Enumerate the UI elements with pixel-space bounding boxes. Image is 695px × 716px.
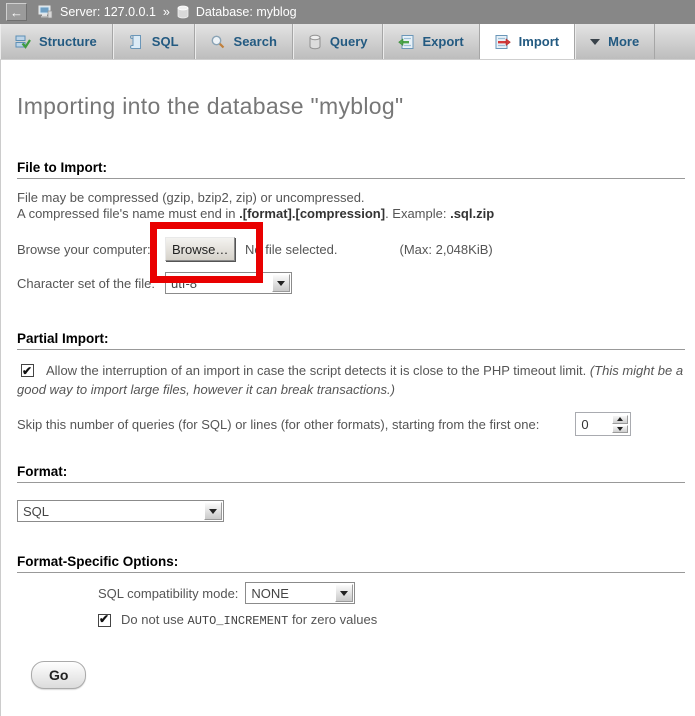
- search-icon: [210, 34, 226, 50]
- compression-note: File may be compressed (gzip, bzip2, zip…: [17, 190, 685, 222]
- auto-increment-row: Do not use AUTO_INCREMENT for zero value…: [98, 612, 685, 628]
- sql-compat-label: SQL compatibility mode:: [98, 586, 238, 601]
- section-file-to-import: File to Import:: [17, 160, 685, 179]
- back-button[interactable]: ←: [6, 3, 27, 21]
- spinner-buttons: [612, 415, 628, 433]
- charset-select[interactable]: utf-8: [165, 272, 292, 294]
- tab-label: Query: [330, 34, 368, 49]
- spinner-down-icon[interactable]: [612, 425, 628, 434]
- tab-sql[interactable]: SQL: [113, 24, 195, 59]
- tab-structure[interactable]: Structure: [0, 24, 113, 59]
- format-options-block: SQL compatibility mode: NONE Do not use …: [98, 582, 685, 628]
- browse-label: Browse your computer:: [17, 242, 165, 257]
- main-content: Importing into the database "myblog" Fil…: [0, 60, 695, 716]
- tab-label: SQL: [152, 34, 179, 49]
- format-pattern: .[format].[compression]: [239, 206, 385, 221]
- skip-queries-input[interactable]: [578, 415, 612, 433]
- dropdown-arrow-icon[interactable]: [335, 584, 353, 602]
- spinner-up-icon[interactable]: [612, 415, 628, 424]
- browse-row: Browse your computer: Browse… No file se…: [17, 236, 685, 262]
- import-icon: [495, 34, 511, 50]
- auto-increment-text-suffix: for zero values: [288, 612, 377, 627]
- compression-note-line2: A compressed file's name must end in: [17, 206, 239, 221]
- top-navbar: ← Server: 127.0.0.1 » Database: myblog: [0, 0, 695, 24]
- tab-label: Search: [234, 34, 277, 49]
- breadcrumb-separator: »: [163, 5, 170, 19]
- sql-compat-selected-value: NONE: [251, 586, 289, 601]
- allow-interruption-checkbox[interactable]: [21, 364, 34, 377]
- compression-note-line1: File may be compressed (gzip, bzip2, zip…: [17, 190, 365, 205]
- tab-label: Structure: [39, 34, 97, 49]
- charset-row: Character set of the file: utf-8: [17, 271, 685, 295]
- skip-queries-row: Skip this number of queries (for SQL) or…: [17, 412, 685, 436]
- auto-increment-text: Do not use AUTO_INCREMENT for zero value…: [121, 612, 377, 628]
- allow-interruption-text: Allow the interruption of an import in c…: [46, 363, 590, 378]
- structure-icon: [15, 34, 31, 50]
- auto-increment-code: AUTO_INCREMENT: [188, 614, 289, 628]
- compression-note-example: . Example:: [385, 206, 450, 221]
- page-title: Importing into the database "myblog": [17, 60, 685, 120]
- sql-compat-row: SQL compatibility mode: NONE: [98, 582, 685, 604]
- tab-more[interactable]: More: [575, 24, 655, 59]
- section-partial-import: Partial Import:: [17, 331, 685, 350]
- database-icon: [177, 5, 189, 19]
- export-icon: [398, 34, 414, 50]
- allow-interruption-row: Allow the interruption of an import in c…: [17, 361, 685, 399]
- skip-queries-stepper[interactable]: [575, 412, 631, 436]
- go-button[interactable]: Go: [31, 661, 86, 689]
- breadcrumb-database[interactable]: Database: myblog: [196, 5, 297, 19]
- example-extension: .sql.zip: [450, 206, 494, 221]
- charset-selected-value: utf-8: [171, 276, 197, 291]
- format-selected-value: SQL: [23, 504, 49, 519]
- tab-export[interactable]: Export: [383, 24, 479, 59]
- dropdown-arrow-icon[interactable]: [272, 274, 290, 292]
- format-select[interactable]: SQL: [17, 500, 224, 522]
- tab-search[interactable]: Search: [195, 24, 293, 59]
- sql-icon: [128, 34, 144, 50]
- browse-button[interactable]: Browse…: [165, 237, 235, 261]
- server-icon: [38, 5, 53, 19]
- go-row: Go: [17, 661, 685, 689]
- charset-label: Character set of the file:: [17, 276, 165, 291]
- no-file-text: No file selected.: [245, 242, 338, 257]
- dropdown-arrow-icon[interactable]: [204, 502, 222, 520]
- tab-label: More: [608, 34, 639, 49]
- breadcrumb-server[interactable]: Server: 127.0.0.1: [60, 5, 156, 19]
- section-format-options: Format-Specific Options:: [17, 554, 685, 573]
- auto-increment-text-prefix: Do not use: [121, 612, 188, 627]
- auto-increment-checkbox[interactable]: [98, 614, 111, 627]
- sql-compat-select[interactable]: NONE: [245, 582, 355, 604]
- section-format: Format:: [17, 464, 685, 483]
- max-size-note: (Max: 2,048KiB): [400, 242, 493, 257]
- skip-queries-label: Skip this number of queries (for SQL) or…: [17, 417, 539, 432]
- tab-bar: Structure SQL Search Query: [0, 24, 695, 60]
- format-row: SQL: [17, 500, 685, 522]
- chevron-down-icon: [590, 39, 600, 50]
- tab-label: Import: [519, 34, 559, 49]
- tab-label: Export: [422, 34, 463, 49]
- tab-query[interactable]: Query: [293, 24, 384, 59]
- query-icon: [308, 34, 322, 50]
- tab-import[interactable]: Import: [480, 24, 575, 59]
